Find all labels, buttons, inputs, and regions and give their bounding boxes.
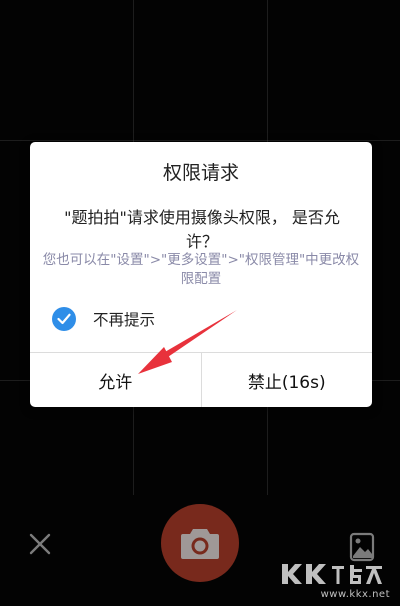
dialog-buttons: 允许 禁止(16s) bbox=[30, 352, 372, 407]
camera-screen: www.kkx.net 权限请求 "题拍拍"请求使用摄像头权限， 是否允许？ 您… bbox=[0, 0, 400, 606]
checkmark-icon bbox=[57, 313, 71, 325]
allow-button[interactable]: 允许 bbox=[30, 353, 201, 407]
deny-button[interactable]: 禁止(16s) bbox=[200, 353, 373, 407]
dont-show-again-checkbox[interactable] bbox=[52, 307, 76, 331]
watermark-url: www.kkx.net bbox=[320, 589, 390, 600]
dialog-hint: 您也可以在"设置">"更多设置">"权限管理"中更改权限配置 bbox=[42, 252, 360, 287]
watermark: www.kkx.net bbox=[276, 560, 396, 600]
dont-show-again-row[interactable]: 不再提示 bbox=[52, 306, 155, 332]
kk-logo-icon bbox=[282, 564, 382, 584]
permission-dialog: 权限请求 "题拍拍"请求使用摄像头权限， 是否允许？ 您也可以在"设置">"更多… bbox=[30, 142, 372, 407]
dialog-message: "题拍拍"请求使用摄像头权限， 是否允许？ bbox=[64, 208, 340, 251]
dialog-title: 权限请求 bbox=[162, 162, 239, 184]
checkbox-label: 不再提示 bbox=[93, 311, 156, 329]
